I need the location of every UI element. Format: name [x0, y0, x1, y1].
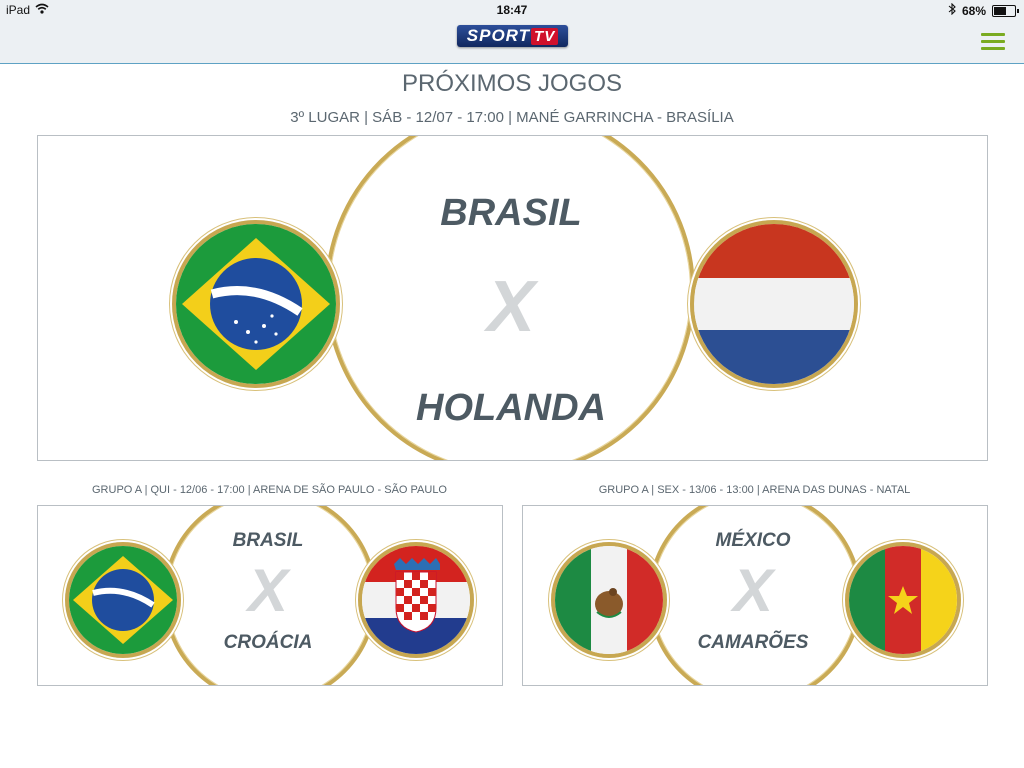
netherlands-flag-icon [690, 220, 858, 388]
logo-sport-text: SPORT [466, 26, 531, 45]
status-time: 18:47 [496, 3, 528, 17]
game-2-info: GRUPO A | SEX - 13/06 - 13:00 | ARENA DA… [598, 484, 911, 496]
game-1-vs: X [247, 557, 289, 624]
featured-match-card[interactable]: BRASIL X HOLANDA [37, 135, 988, 461]
page-title: PRÓXIMOS JOGOS [401, 70, 623, 97]
game-2-away-team: CAMARÕES [697, 632, 809, 653]
battery-percent: 68% [961, 3, 986, 18]
bluetooth-icon [948, 2, 956, 18]
game-1-home-team: BRASIL [232, 530, 304, 551]
game-2-card[interactable]: MÉXICO X CAMARÕES [522, 505, 988, 686]
brazil-flag-icon [172, 220, 340, 388]
game-1-info: GRUPO A | QUI - 12/06 - 17:00 | ARENA DE… [92, 484, 447, 496]
logo-tv-text: TV [531, 27, 559, 45]
hamburger-menu-icon[interactable] [981, 33, 1005, 50]
sportv-logo[interactable]: SPORT TV [457, 25, 568, 47]
featured-home-team: BRASIL [440, 192, 582, 234]
cameroon-flag-icon [845, 542, 961, 658]
game-2-home-team: MÉXICO [715, 530, 791, 551]
brazil-flag-icon [65, 542, 181, 658]
game-1-away-team: CROÁCIA [223, 632, 313, 653]
mexico-flag-icon [551, 542, 667, 658]
featured-game-info: 3º LUGAR | SÁB - 12/07 - 17:00 | MANÉ GA… [290, 109, 734, 126]
featured-away-team: HOLANDA [416, 387, 606, 429]
battery-level [994, 6, 1007, 15]
game-1-card[interactable]: BRASIL X CROÁCIA [37, 505, 503, 686]
croatia-flag-icon [358, 542, 474, 658]
status-right: 68% [948, 2, 1019, 18]
status-bar: iPad 18:47 68% [0, 0, 1024, 20]
game-2-vs: X [732, 557, 774, 624]
battery-icon [992, 4, 1019, 17]
top-bar: iPad 18:47 68% SPORT TV [0, 0, 1024, 64]
featured-vs: X [486, 267, 536, 347]
